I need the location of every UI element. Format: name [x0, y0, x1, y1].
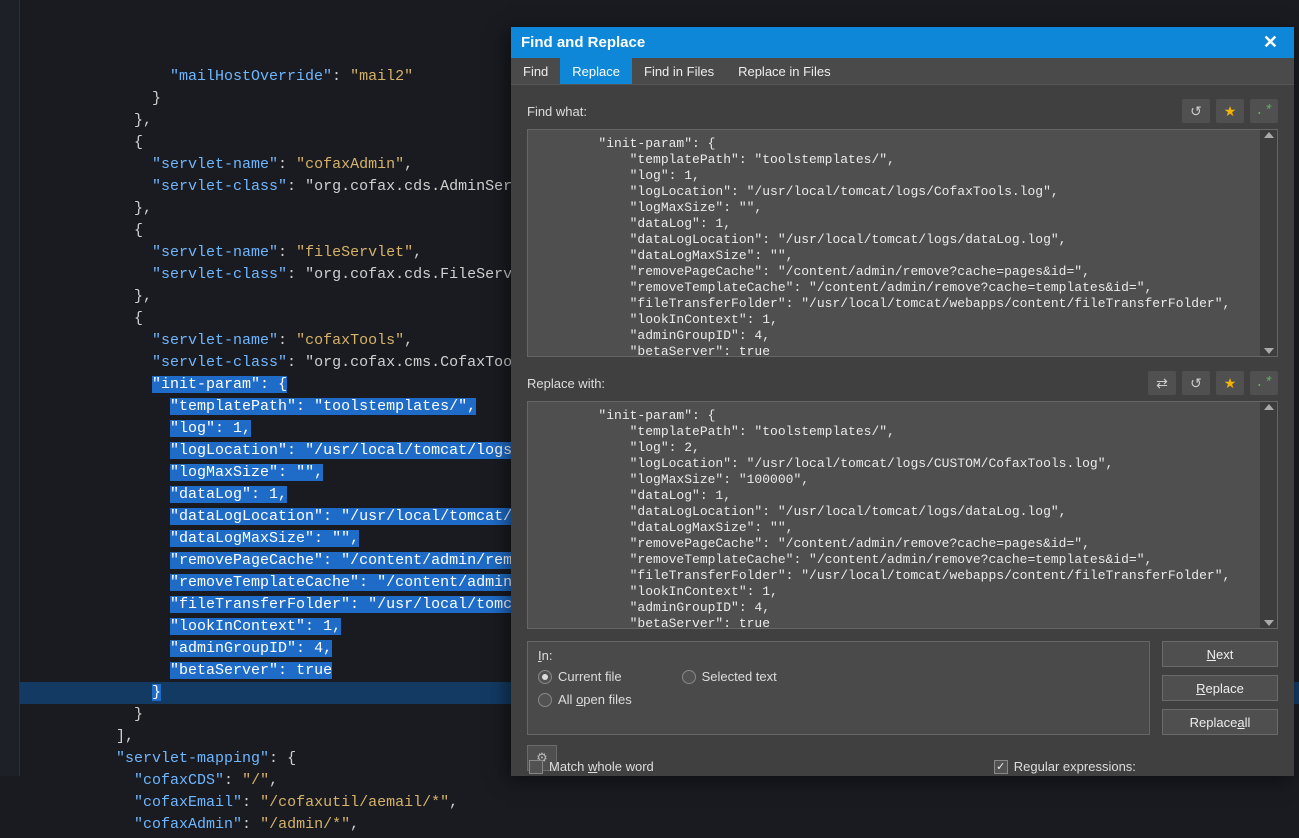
find-replace-dialog: Find and Replace ✕ Find Replace Find in …	[511, 27, 1294, 776]
favorites-icon[interactable]: ★	[1216, 371, 1244, 395]
find-what-text[interactable]: "init-param": { "templatePath": "toolste…	[528, 130, 1260, 356]
regex-helper-icon[interactable]: .*	[1250, 99, 1278, 123]
replace-button[interactable]: Replace	[1162, 675, 1278, 701]
scope-panel: In: Current file Selected text All open …	[527, 641, 1150, 735]
find-scrollbar[interactable]	[1260, 130, 1277, 356]
tab-replace-in-files[interactable]: Replace in Files	[726, 58, 843, 84]
scroll-up-icon[interactable]	[1264, 132, 1274, 138]
dialog-titlebar[interactable]: Find and Replace ✕	[511, 27, 1294, 58]
replace-all-button[interactable]: Replace all	[1162, 709, 1278, 735]
radio-all-open-files[interactable]: All open files	[538, 692, 1139, 707]
find-what-label-row: Find what: ↺ ★ .*	[527, 99, 1278, 123]
regex-checkbox[interactable]: ✓ Regular expressions:	[994, 759, 1136, 774]
swap-icon[interactable]: ⇄	[1148, 371, 1176, 395]
tab-find-in-files[interactable]: Find in Files	[632, 58, 726, 84]
tab-find[interactable]: Find	[511, 58, 560, 84]
editor-gutter	[0, 0, 20, 776]
dialog-title-text: Find and Replace	[521, 34, 645, 51]
radio-current-file[interactable]: Current file	[538, 669, 622, 684]
replace-with-label: Replace with:	[527, 376, 605, 391]
history-icon[interactable]: ↺	[1182, 371, 1210, 395]
replace-with-text[interactable]: "init-param": { "templatePath": "toolste…	[528, 402, 1260, 628]
match-whole-word-checkbox[interactable]: Match whole word	[529, 759, 654, 774]
find-what-field[interactable]: "init-param": { "templatePath": "toolste…	[527, 129, 1278, 357]
replace-with-field[interactable]: "init-param": { "templatePath": "toolste…	[527, 401, 1278, 629]
replace-with-label-row: Replace with: ⇄ ↺ ★ .*	[527, 371, 1278, 395]
scroll-down-icon[interactable]	[1264, 620, 1274, 626]
replace-scrollbar[interactable]	[1260, 402, 1277, 628]
radio-selected-text[interactable]: Selected text	[682, 669, 777, 684]
find-what-label: Find what:	[527, 104, 587, 119]
scroll-down-icon[interactable]	[1264, 348, 1274, 354]
regex-helper-icon[interactable]: .*	[1250, 371, 1278, 395]
next-button[interactable]: Next	[1162, 641, 1278, 667]
favorites-icon[interactable]: ★	[1216, 99, 1244, 123]
scroll-up-icon[interactable]	[1264, 404, 1274, 410]
dialog-tabs: Find Replace Find in Files Replace in Fi…	[511, 58, 1294, 85]
tab-replace[interactable]: Replace	[560, 58, 632, 84]
history-icon[interactable]: ↺	[1182, 99, 1210, 123]
scope-label: I	[538, 648, 542, 663]
close-icon[interactable]: ✕	[1257, 30, 1284, 55]
